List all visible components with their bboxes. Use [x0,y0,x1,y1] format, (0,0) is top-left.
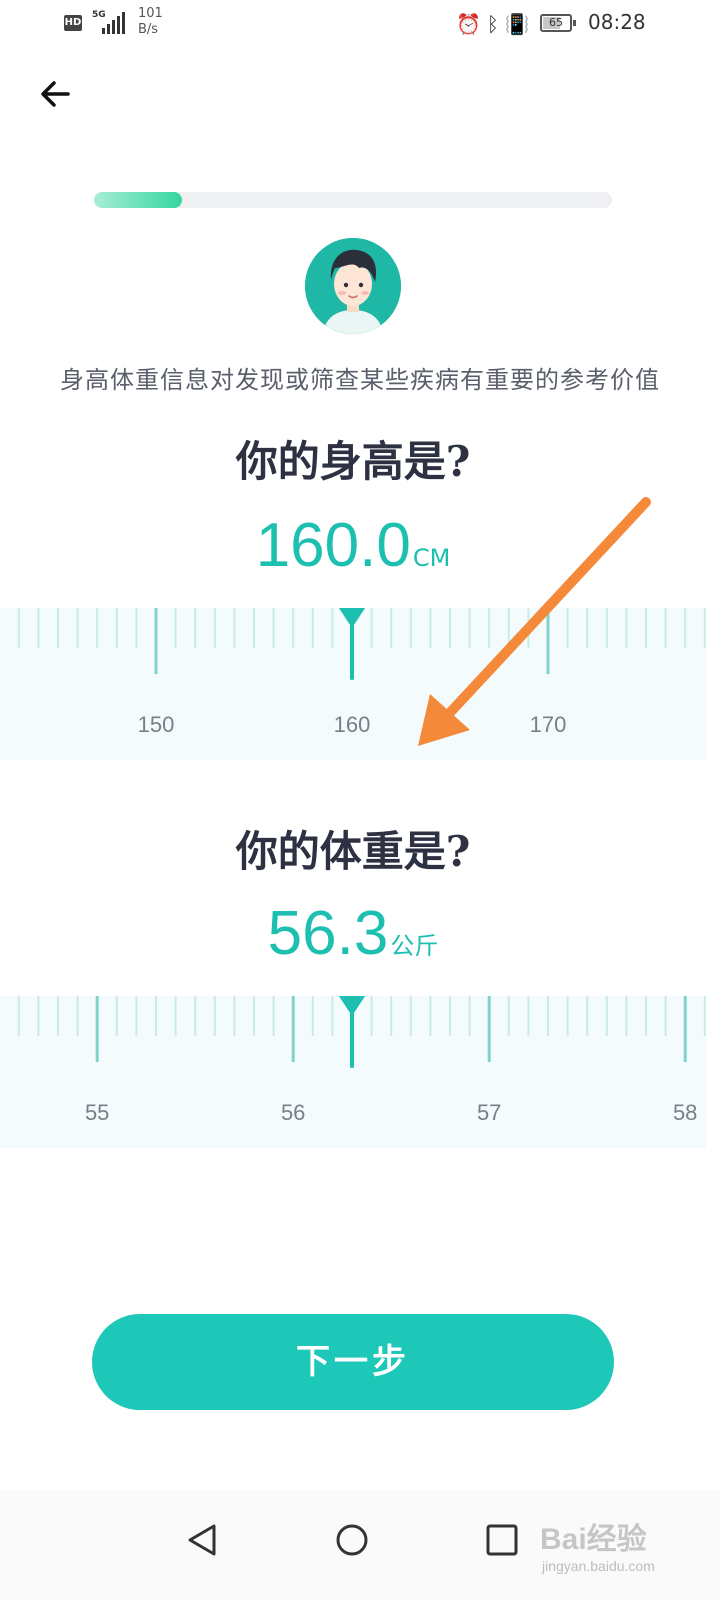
weight-question: 你的体重是? [235,827,471,876]
battery-icon: 65 [540,14,576,32]
watermark-url: jingyan.baidu.com [542,1558,655,1574]
status-bar: HD 5G 101 B/s ⏰ ᛒ 📳 65 08:28 [0,0,720,48]
nav-home-icon[interactable] [322,1510,382,1570]
height-ruler[interactable]: 150 160 170 [0,608,706,760]
network-speed: 101 B/s [138,6,163,37]
progress-bar [94,192,612,208]
weight-ruler-indicator-triangle [338,996,366,1016]
avatar [305,238,401,334]
weight-value-display: 56.3公斤 [0,898,706,969]
bluetooth-icon: ᛒ [486,12,499,36]
watermark-logo: Bai经验 [540,1523,647,1556]
weight-ruler-tick-label: 56 [280,1100,306,1125]
nav-back-icon[interactable] [172,1510,232,1570]
weight-ruler-tick-label: 58 [672,1100,698,1125]
weight-unit: 公斤 [390,932,439,960]
hd-icon: HD [64,15,82,31]
watermark: Bai经验 jingyan.baidu.com [540,1500,710,1590]
height-value-display: 160.0CM [0,510,706,581]
alarm-icon: ⏰ [456,12,481,36]
height-ruler-tick-label: 170 [529,712,567,737]
height-unit: CM [412,544,451,572]
height-question: 你的身高是? [235,437,471,486]
height-ruler-indicator-triangle [338,608,366,628]
weight-ruler-tick-label: 55 [84,1100,110,1125]
back-button[interactable] [34,72,78,116]
subtitle: 身高体重信息对发现或筛查某些疾病有重要的参考价值 [60,366,660,394]
signal-icon [102,12,128,34]
height-value: 160.0 [255,511,411,580]
next-button[interactable]: 下一步 [92,1314,614,1410]
vibrate-icon: 📳 [504,12,530,36]
weight-ruler-tick-label: 57 [476,1100,502,1125]
height-ruler-tick-label: 150 [137,712,175,737]
nav-recent-icon[interactable] [472,1510,532,1570]
progress-fill [94,192,183,208]
height-ruler-tick-label: 160 [333,712,371,737]
clock: 08:28 [588,10,646,34]
avatar-illustration [305,238,401,334]
weight-ruler[interactable]: 55 56 57 58 [0,996,706,1148]
arrow-left-icon [41,81,70,107]
weight-value: 56.3 [267,899,389,968]
